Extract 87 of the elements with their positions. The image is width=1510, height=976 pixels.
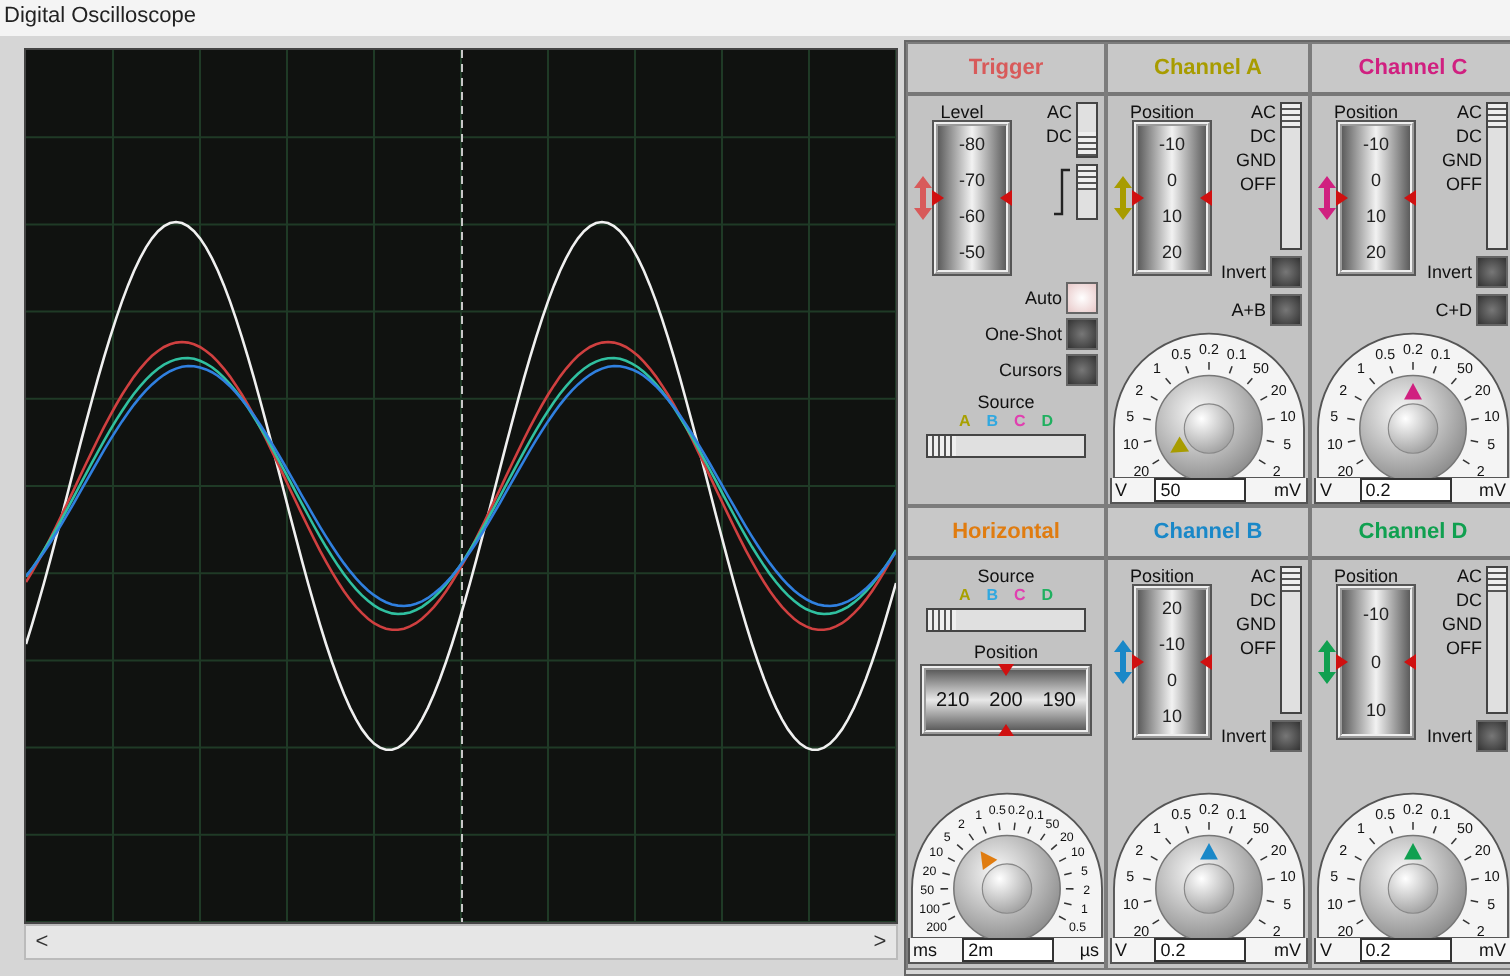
gauge-scale-label: 10 bbox=[1365, 700, 1386, 720]
source-letter: C bbox=[1014, 412, 1026, 430]
toggle-label: C+D bbox=[1435, 300, 1472, 320]
unit-label: µs bbox=[1079, 940, 1099, 960]
toggle-label: Invert bbox=[1426, 262, 1472, 282]
coupling-label: DC bbox=[1456, 590, 1482, 612]
coupling-label: DC bbox=[1250, 126, 1276, 148]
window-title: Digital Oscilloscope bbox=[4, 4, 196, 28]
source-letter: A bbox=[958, 586, 971, 604]
position-label: Position bbox=[973, 642, 1039, 662]
panel-title: Channel B bbox=[1108, 508, 1308, 560]
toggle-label: One-Shot bbox=[984, 324, 1062, 344]
value-display: 50 bbox=[1154, 478, 1247, 502]
coupling-label: OFF bbox=[1240, 174, 1276, 196]
toggle-label: Invert bbox=[1220, 726, 1266, 746]
source-letter: B bbox=[986, 586, 998, 604]
gauge-scale-label: 20 bbox=[1161, 598, 1182, 618]
gauge-scale-label: -10 bbox=[1158, 634, 1185, 654]
source-letter: C bbox=[1014, 586, 1026, 604]
source-label: Source bbox=[977, 392, 1035, 412]
panel-title: Trigger bbox=[908, 44, 1104, 96]
gauge-scale-label: 0 bbox=[1370, 652, 1381, 672]
position-label: Position bbox=[1333, 566, 1399, 586]
coupling-label: OFF bbox=[1240, 638, 1276, 660]
gauge-scale-label: 0 bbox=[1370, 170, 1381, 190]
source-letter: D bbox=[1041, 412, 1054, 430]
position-label: Position bbox=[1129, 102, 1195, 122]
value-display: 0.2 bbox=[1154, 938, 1247, 962]
coupling-label: DC bbox=[1250, 590, 1276, 612]
gauge-scale-label: 20 bbox=[1365, 242, 1386, 262]
source-letter: B bbox=[986, 412, 998, 430]
gauge-scale-label: -10 bbox=[1158, 134, 1185, 154]
gauge-scale-label: 10 bbox=[1161, 206, 1182, 226]
panel-title: Channel C bbox=[1312, 44, 1510, 96]
position-label: Position bbox=[1129, 566, 1195, 586]
unit-label: mV bbox=[1273, 480, 1301, 500]
unit-label: mV bbox=[1478, 940, 1506, 960]
source-letter: A bbox=[958, 412, 971, 430]
coupling-label: AC bbox=[1250, 566, 1276, 588]
unit-label: V bbox=[1320, 940, 1333, 960]
coupling-label: AC bbox=[1456, 102, 1482, 124]
value-display: 2m bbox=[962, 938, 1055, 962]
unit-label: V bbox=[1115, 940, 1128, 960]
level-label: Level bbox=[940, 102, 984, 122]
gauge-scale-label: 210 bbox=[935, 689, 970, 711]
gauge-scale-label: 200 bbox=[989, 689, 1023, 711]
gauge-scale-label: 0 bbox=[1166, 670, 1177, 690]
unit-label: V bbox=[1320, 480, 1333, 500]
coupling-label: OFF bbox=[1446, 638, 1482, 660]
panel-title: Channel A bbox=[1108, 44, 1308, 96]
gauge-scale-label: 20 bbox=[1161, 242, 1182, 262]
coupling-label: AC bbox=[1250, 102, 1276, 124]
gauge-scale-label: -10 bbox=[1362, 134, 1389, 154]
gauge-scale-label: -50 bbox=[958, 242, 985, 262]
panel-title: Channel D bbox=[1312, 508, 1510, 560]
source-label: Source bbox=[977, 566, 1035, 586]
coupling-label: GND bbox=[1236, 150, 1276, 172]
source-letter: D bbox=[1041, 586, 1054, 604]
coupling-label: DC bbox=[1456, 126, 1482, 148]
coupling-label: AC bbox=[1046, 102, 1072, 124]
coupling-label: AC bbox=[1456, 566, 1482, 588]
unit-label: mV bbox=[1478, 480, 1506, 500]
gauge-scale-label: 10 bbox=[1365, 206, 1386, 226]
gauge-scale-label: -10 bbox=[1362, 604, 1389, 624]
coupling-label: GND bbox=[1236, 614, 1276, 636]
gauge-scale-label: 0 bbox=[1166, 170, 1177, 190]
unit-label: ms bbox=[913, 940, 937, 960]
value-display: 0.2 bbox=[1359, 938, 1452, 962]
coupling-label: GND bbox=[1442, 614, 1482, 636]
gauge-scale-label: 190 bbox=[1042, 689, 1076, 711]
toggle-label: Invert bbox=[1220, 262, 1266, 282]
gauge-scale-label: -60 bbox=[958, 206, 985, 226]
unit-label: V bbox=[1115, 480, 1128, 500]
unit-label: mV bbox=[1273, 940, 1301, 960]
toggle-label: Cursors bbox=[998, 360, 1062, 380]
coupling-label: GND bbox=[1442, 150, 1482, 172]
panel-title: Horizontal bbox=[908, 508, 1104, 560]
coupling-label: OFF bbox=[1446, 174, 1482, 196]
gauge-scale-label: 10 bbox=[1161, 706, 1182, 726]
toggle-label: A+B bbox=[1231, 300, 1266, 320]
coupling-label: DC bbox=[1046, 126, 1072, 148]
toggle-label: Invert bbox=[1426, 726, 1472, 746]
value-display: 0.2 bbox=[1359, 478, 1452, 502]
position-label: Position bbox=[1333, 102, 1399, 122]
gauge-scale-label: -70 bbox=[958, 170, 985, 190]
toggle-label: Auto bbox=[1024, 288, 1062, 308]
gauge-scale-label: -80 bbox=[958, 134, 985, 154]
